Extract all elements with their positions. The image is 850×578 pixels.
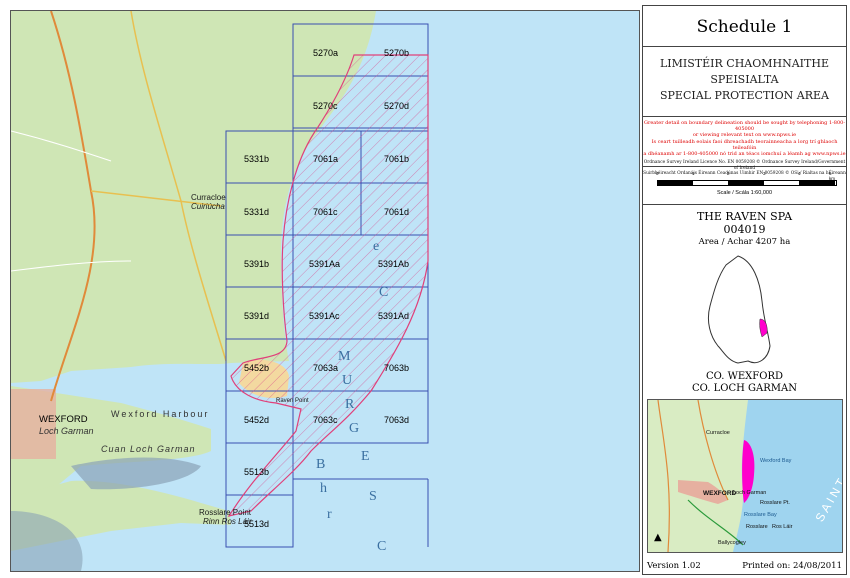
inset-label: Ballycogley [718,540,746,546]
scale-text: Scale / Scála 1:60,000 [716,190,773,196]
north-arrow-icon: ▲ [654,532,662,543]
site-code: 004019 [723,223,766,236]
spa-irish-line2: SPEISIALTA [710,73,779,86]
county-irish: CO. LOCH GARMAN [692,383,797,394]
sea-letter: U [342,373,353,388]
grid-label: 5391d [244,311,270,321]
town-label-irish: Loch Garman [39,426,94,436]
notice-line: a dhéanamh ar 1-800-405000 nó trid an té… [643,151,846,158]
scale-box: 0 1 2 3 4 5 km Scale / Scála 1:60,000 [643,166,846,205]
grid-label: 5513b [244,467,270,477]
sea-letter: C [379,285,389,300]
sea-letter: C [377,539,387,554]
footer: Version 1.02 Printed on: 24/08/2011 [643,559,846,574]
grid-label: 5391Ab [378,259,410,269]
county-outline-map [707,255,771,364]
grid-label: 5391Aa [309,259,341,269]
inset-label: Rosslare Bay [744,512,777,518]
sea-letter: B [316,457,326,472]
notice-box: Greater detail on boundary delineation s… [643,116,846,176]
grid-label: 7063d [384,415,410,425]
grid-label: 7061d [384,207,410,217]
grid-label: 5270a [313,48,339,58]
village-label: Curracloe [191,193,226,202]
sea-letter: h [320,481,327,496]
grid-label: 5331b [244,154,270,164]
scale-tick: 2 [727,171,730,176]
inset-label: Wexford Bay [760,458,792,464]
inset-label: Rosslare Pt. [760,500,790,506]
title-box: Schedule 1 [643,6,846,47]
sea-letter: E [361,449,370,464]
county-block: CO. WEXFORD CO. LOCH GARMAN [643,371,846,395]
mudflat [71,457,201,490]
inset-canvas [648,400,755,552]
scale-tick: 3 [763,171,766,176]
version-label: Version 1.02 [647,561,701,571]
grid-label: 7063b [384,363,410,373]
grid-label: 5391Ad [378,311,410,321]
spa-irish-line1: LIMISTÉIR CHAOMHNAITHE [660,57,829,70]
grid-label: 5391Ac [309,311,340,321]
village-label-irish: Cuiriúcha [191,202,225,211]
grid-label: 5452b [244,363,270,373]
grid-label: 7061a [313,154,339,164]
inset-label: Loch Garman [733,490,767,496]
grid-label: 7061b [384,154,410,164]
spa-english: SPECIAL PROTECTION AREA [660,89,829,102]
grid-label: 7063c [313,415,338,425]
inset-label: Rosslare [746,524,768,530]
sea-letter: R [345,397,355,412]
point-label-irish: Rinn Ros Láir [203,517,252,526]
scale-tick: 1 [692,171,695,176]
grid-label: 5270b [384,48,410,58]
scale-ticks: 0 1 2 3 4 5 km [656,171,837,181]
schedule-title: Schedule 1 [696,17,793,37]
notice-line: Greater detail on boundary delineation s… [643,120,846,133]
scale-tick: 4 [798,171,801,176]
main-map[interactable]: 5270a 5270b 5270c 5270d 5331b 7061a 7061… [10,10,640,572]
grid-label: 7063a [313,363,339,373]
designation-box: LIMISTÉIR CHAOMHNAITHE SPEISIALTA SPECIA… [643,46,846,117]
legend-panel: Schedule 1 LIMISTÉIR CHAOMHNAITHE SPEISI… [642,5,847,575]
scale-bar [657,180,837,186]
raven-point-label: Raven Point [276,398,309,404]
inset-label: WEXFORD [703,490,737,497]
harbour-label-irish: Cuan Loch Garman [101,444,196,454]
sea-letter: G [349,421,360,436]
notice-line: Is ceart tuilleadh eolais faoi dhreachad… [651,138,838,151]
inset-label: Curracloe [706,430,730,436]
county-english: CO. WEXFORD [705,371,783,382]
sea-letter: S [369,489,377,504]
town-label: WEXFORD [39,414,88,425]
site-info: THE RAVEN SPA 004019 Area / Achar 4207 h… [643,210,846,248]
sea-letter: e [373,239,380,254]
printed-date: Printed on: 24/08/2011 [742,561,842,571]
inset-map[interactable]: Curracloe Wexford Bay WEXFORD Loch Garma… [647,399,843,553]
grid-label: 5270d [384,101,410,111]
point-label: Rosslare Point [199,508,252,517]
grid-label: 5270c [313,101,338,111]
grid-label: 5452d [244,415,270,425]
grid-label: 7061c [313,207,338,217]
scale-tick: 0 [656,171,659,176]
grid-label: 5391b [244,259,270,269]
site-name: THE RAVEN SPA [696,210,793,223]
sea-letter: M [338,349,351,364]
harbour-label: Wexford Harbour [111,409,210,419]
sea-letter: r [327,507,332,522]
site-area: Area / Achar 4207 ha [698,237,791,247]
grid-label: 5331d [244,207,270,217]
inset-label: Ros Láir [772,524,793,530]
